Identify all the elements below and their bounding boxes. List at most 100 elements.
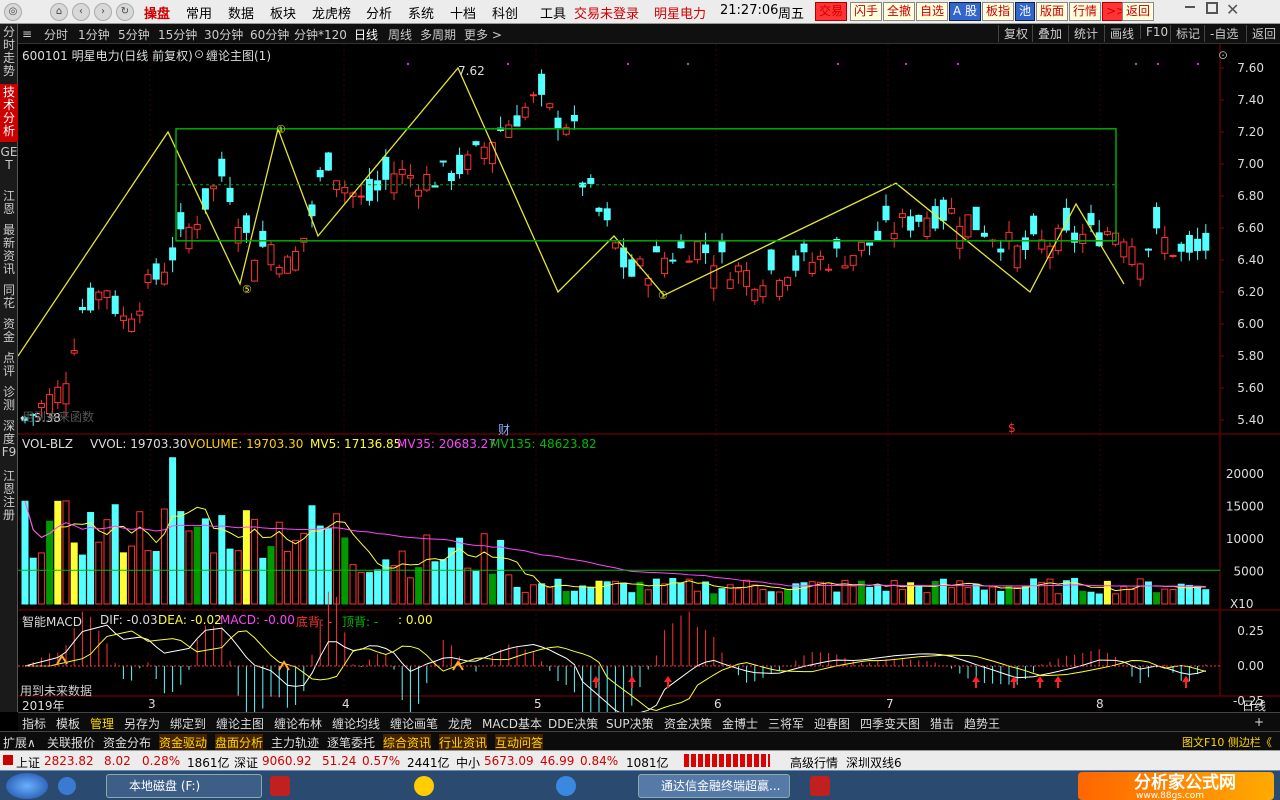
indicator-tab-11[interactable]: DDE决策 <box>548 715 598 732</box>
period-more[interactable]: 更多 > <box>464 26 502 43</box>
indicator-tab-8[interactable]: 缠论画笔 <box>390 715 438 732</box>
task-tdx[interactable]: 通达信金融终端超赢... <box>638 774 790 798</box>
side-tab-get[interactable]: GET <box>0 144 18 186</box>
chrome-icon[interactable] <box>556 776 576 796</box>
forward-icon[interactable]: › <box>94 3 112 21</box>
collapse-icon[interactable]: ≡ <box>22 27 32 41</box>
main-indicator-name[interactable]: 缠论主图(1) <box>206 47 271 64</box>
indicator-tab-7[interactable]: 缠论均线 <box>332 715 380 732</box>
indicator-tab-17[interactable]: 四季变天图 <box>860 715 920 732</box>
period-1min[interactable]: 1分钟 <box>78 26 110 43</box>
indicator-tab-9[interactable]: 龙虎 <box>448 715 472 732</box>
a-share-button[interactable]: A 股 <box>949 2 982 21</box>
macd-name[interactable]: 智能MACD <box>22 613 82 630</box>
layout-button[interactable]: 版面 <box>1036 2 1069 21</box>
watchlist-button[interactable]: 自选 <box>916 2 949 21</box>
tool-draw[interactable]: 画线 <box>1104 25 1139 42</box>
return-button[interactable]: 返回 <box>1122 2 1155 21</box>
menu-item-tenlevel[interactable]: 十档 <box>450 3 476 22</box>
period-daily[interactable]: 日线 <box>354 26 378 43</box>
indicator-tab-1[interactable]: 模板 <box>56 715 80 732</box>
pool-button[interactable]: 池 <box>1015 2 1036 21</box>
info-tab-3[interactable]: 资金驱动 <box>159 734 208 751</box>
tool-watchlist[interactable]: -自选 <box>1204 25 1243 42</box>
info-tab-7[interactable]: 综合资讯 <box>383 734 432 751</box>
period-weekly[interactable]: 周线 <box>388 26 412 43</box>
indicator-tab-19[interactable]: 趋势王 <box>964 715 1000 732</box>
tool-adjust[interactable]: 复权 <box>998 25 1033 42</box>
info-tab-8[interactable]: 行业资讯 <box>439 734 488 751</box>
menu-item-analysis[interactable]: 分析 <box>366 3 392 22</box>
vol-label[interactable]: VOL-BLZ <box>22 437 73 451</box>
side-tab-f9[interactable]: 深度F9 <box>0 418 18 466</box>
trade-status[interactable]: 交易未登录 <box>574 3 639 22</box>
menu-item-sector[interactable]: 板块 <box>270 3 296 22</box>
indicator-tab-6[interactable]: 缠论布林 <box>274 715 322 732</box>
indicator-tab-5[interactable]: 缠论主图 <box>216 715 264 732</box>
indicator-tab-13[interactable]: 资金决策 <box>664 715 712 732</box>
info-tab-1[interactable]: 关联报价 <box>47 734 95 751</box>
indicator-tab-14[interactable]: 金博士 <box>722 715 758 732</box>
menu-item-common[interactable]: 常用 <box>186 3 212 22</box>
side-tab-gann[interactable]: 江恩 <box>0 188 18 220</box>
add-tab-icon[interactable]: + <box>1254 715 1264 729</box>
close-icon[interactable]: ✕ <box>1226 0 1239 19</box>
tool-mark[interactable]: 标记 <box>1170 25 1205 42</box>
side-tab-gann-register[interactable]: 江恩注册 <box>0 468 18 528</box>
info-tab-9[interactable]: 互动问答 <box>495 734 544 751</box>
side-tab-tonghua[interactable]: 同花 <box>0 282 18 314</box>
sidebar-toggle[interactable]: 图文F10 侧边栏《 <box>1182 734 1272 750</box>
zx-label[interactable]: 中小 <box>456 754 480 771</box>
info-tab-4[interactable]: 盘面分析 <box>215 734 264 751</box>
side-tab-funds[interactable]: 资金 <box>0 316 18 348</box>
finance-mark[interactable]: 财 <box>498 421 510 438</box>
info-tab-6[interactable]: 逐笔委托 <box>327 734 375 751</box>
app-icon-1[interactable] <box>270 776 290 796</box>
side-tab-diagnosis[interactable]: 诊测 <box>0 384 18 416</box>
tool-overlay[interactable]: 叠加 <box>1032 25 1067 42</box>
side-tab-comment[interactable]: 点评 <box>0 350 18 382</box>
task-disk[interactable]: 本地磁盘 (F:) <box>106 774 262 798</box>
side-tab-news[interactable]: 最新资讯 <box>0 222 18 280</box>
minimize-icon[interactable] <box>1185 6 1195 8</box>
maximize-icon[interactable] <box>1206 2 1218 14</box>
start-orb-icon[interactable] <box>6 773 48 799</box>
period-multi[interactable]: 多周期 <box>420 26 456 43</box>
app-icon-3[interactable] <box>810 776 830 796</box>
period-60min[interactable]: 60分钟 <box>250 26 289 43</box>
tool-return[interactable]: 返回 <box>1246 25 1280 42</box>
back-icon[interactable]: ‹ <box>72 3 90 21</box>
period-15min[interactable]: 15分钟 <box>158 26 197 43</box>
kline-chart[interactable]: 7.60 7.40 7.20 7.00 6.80 6.60 6.40 6.20 6.00 5.80… <box>18 44 1280 712</box>
indicator-tab-4[interactable]: 绑定到 <box>170 715 206 732</box>
home-icon[interactable]: ⌂ <box>50 3 68 21</box>
ie-icon[interactable] <box>58 777 76 795</box>
side-tab-technical[interactable]: 技术分析 <box>0 84 18 142</box>
indicator-tab-18[interactable]: 猎击 <box>930 715 954 732</box>
period-30min[interactable]: 30分钟 <box>204 26 243 43</box>
period-120min[interactable]: 分钟*120 <box>294 26 347 43</box>
side-tab-timeshare[interactable]: 分时走势 <box>0 24 18 82</box>
info-tab-5[interactable]: 主力轨迹 <box>271 734 319 751</box>
indicator-tab-10[interactable]: MACD基本 <box>482 715 542 732</box>
refresh-icon[interactable]: ↻ <box>116 3 134 21</box>
feed-label[interactable]: 高级行情 <box>790 754 838 771</box>
period-timeshare[interactable]: 分时 <box>44 26 68 43</box>
info-tab-0[interactable]: 扩展∧ <box>3 734 36 751</box>
dividend-mark[interactable]: $ <box>1008 421 1016 435</box>
quotes-button[interactable]: 行情 <box>1069 2 1102 21</box>
indicator-settings-icon[interactable]: ⊙ <box>194 47 204 61</box>
indicator-tab-15[interactable]: 三将军 <box>768 715 804 732</box>
cancel-all-button[interactable]: 全撤 <box>883 2 916 21</box>
indicator-tab-3[interactable]: 另存为 <box>124 715 160 732</box>
indicator-tab-0[interactable]: 指标 <box>22 715 46 732</box>
menu-item-data[interactable]: 数据 <box>228 3 254 22</box>
app-icon-2[interactable] <box>414 776 434 796</box>
panel-settings-icon[interactable]: ⊙ <box>1218 48 1228 62</box>
tool-stats[interactable]: 统计 <box>1068 25 1103 42</box>
indicator-tab-2[interactable]: 管理 <box>90 715 114 732</box>
period-5min[interactable]: 5分钟 <box>118 26 150 43</box>
tool-f10[interactable]: F10 <box>1140 25 1173 39</box>
sz-label[interactable]: 深证 <box>234 754 258 771</box>
menu-item-kechuang[interactable]: 科创 <box>492 3 518 22</box>
